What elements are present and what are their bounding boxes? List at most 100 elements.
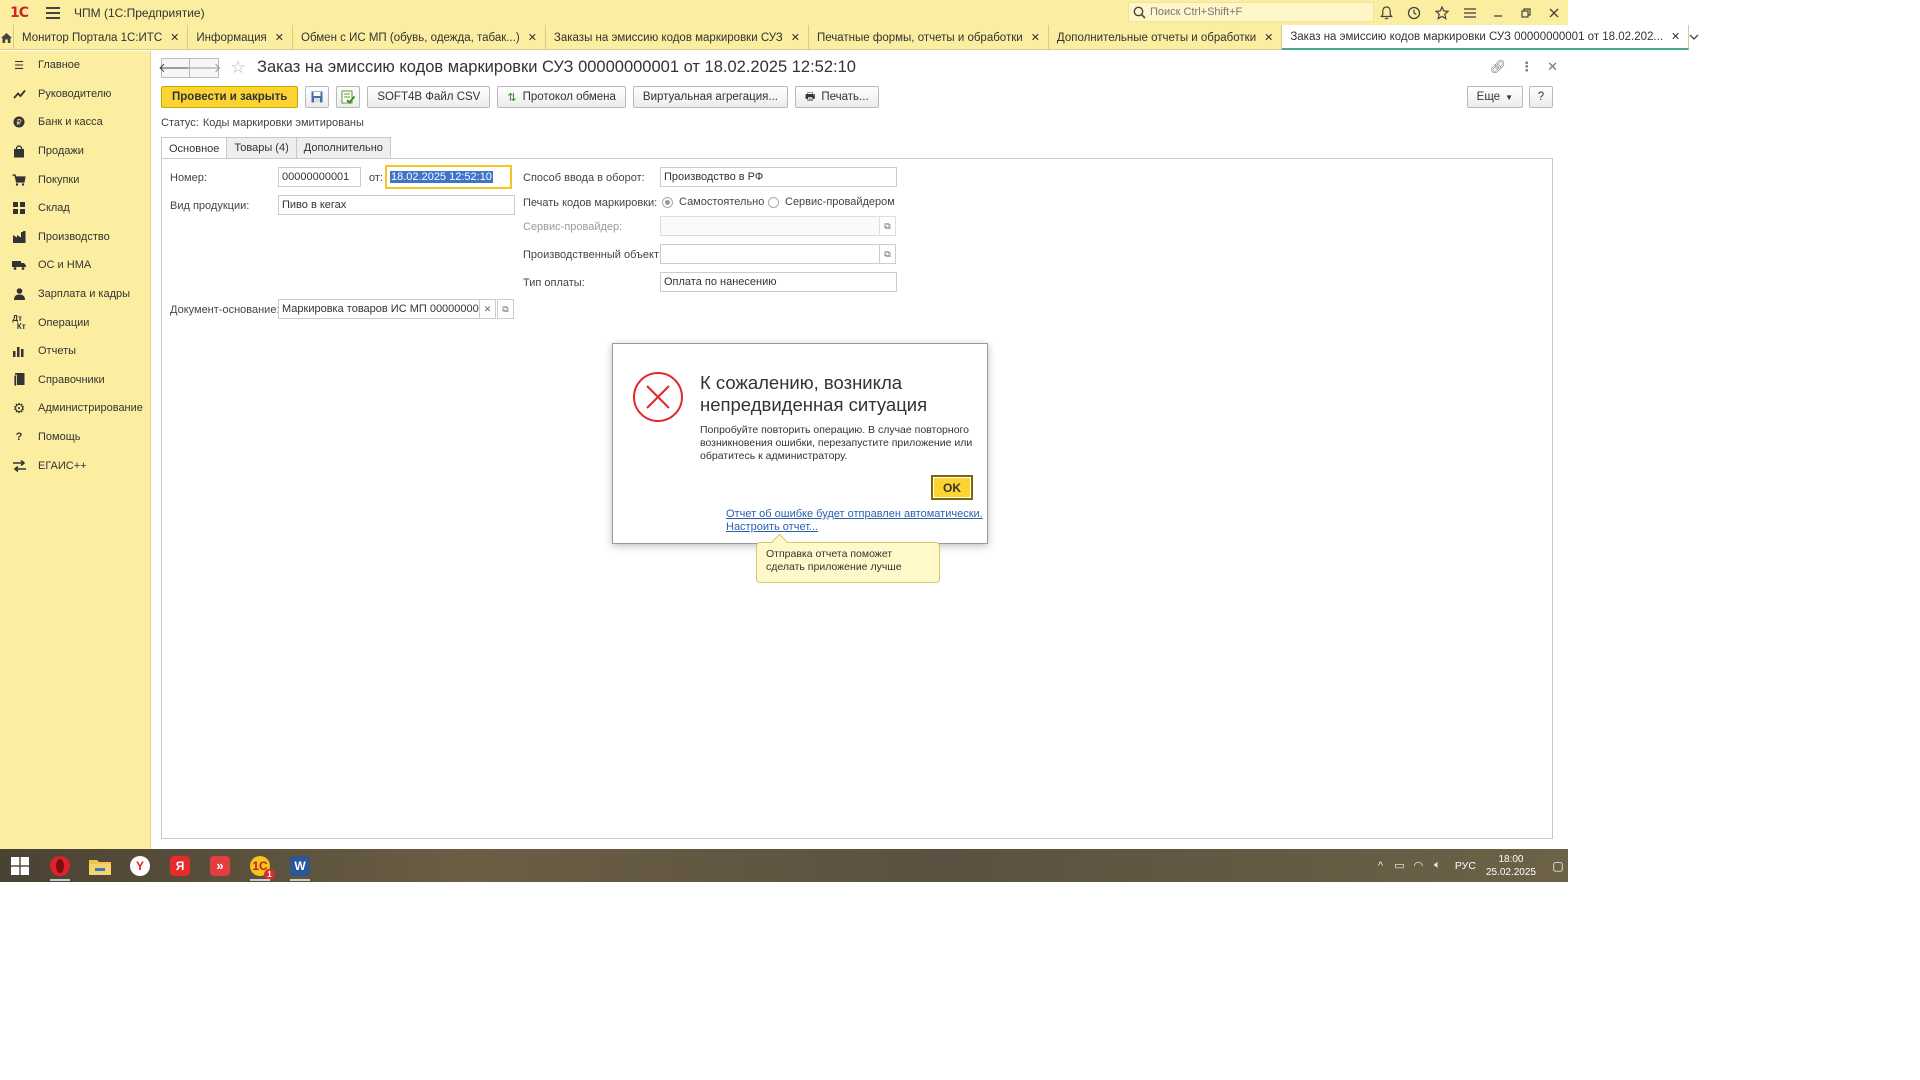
favorites-icon[interactable] <box>1428 0 1456 25</box>
close-tab-icon[interactable]: ✕ <box>1264 31 1273 44</box>
close-tab-icon[interactable]: ✕ <box>170 31 179 44</box>
main-menu-icon[interactable] <box>46 6 60 19</box>
clock[interactable]: 18:00 25.02.2025 <box>1486 853 1536 879</box>
exchange-protocol-button[interactable]: ⇅ Протокол обмена <box>497 86 626 108</box>
save-button[interactable] <box>305 86 330 108</box>
sidebar-item-egais[interactable]: ЕГАИС++ <box>0 451 150 480</box>
tab-additional[interactable]: Дополнительно <box>295 137 391 158</box>
number-field[interactable]: 00000000001 <box>278 167 361 187</box>
close-tab-icon[interactable]: ✕ <box>528 31 537 44</box>
tab-main[interactable]: Основное <box>161 137 228 159</box>
global-search[interactable] <box>1128 2 1374 22</box>
tab-is-mp-exchange[interactable]: Обмен с ИС МП (обувь, одежда, табак...) ✕ <box>293 25 546 50</box>
open-icon[interactable]: ⧉ <box>879 244 896 264</box>
error-report-link[interactable]: Отчет об ошибке будет отправлен автомати… <box>726 508 983 520</box>
search-input[interactable] <box>1150 6 1370 18</box>
post-button[interactable] <box>336 86 361 108</box>
sidebar-item-production[interactable]: Производство <box>0 223 150 252</box>
more-vertical-icon[interactable]: ⋮ <box>1520 59 1533 75</box>
tab-information[interactable]: Информация ✕ <box>188 25 293 50</box>
post-document-icon <box>341 90 356 104</box>
sidebar-item-purchases[interactable]: Покупки <box>0 165 150 194</box>
help-button[interactable]: ? <box>1529 86 1553 108</box>
taskbar-opera[interactable] <box>40 849 80 882</box>
sidebar-item-catalogs[interactable]: Справочники <box>0 366 150 395</box>
open-icon[interactable]: ⧉ <box>497 299 514 319</box>
open-icon[interactable]: ⧉ <box>879 216 896 236</box>
tabs-overflow-icon[interactable] <box>1689 25 1699 49</box>
tab-additional-reports[interactable]: Дополнительные отчеты и обработки ✕ <box>1049 25 1283 50</box>
settings-menu-icon[interactable] <box>1456 0 1484 25</box>
taskbar-yandex-browser[interactable]: Y <box>120 849 160 882</box>
taskbar-word[interactable]: W <box>280 849 320 882</box>
sidebar-item-manager[interactable]: Руководителю <box>0 80 150 109</box>
trend-icon <box>12 87 26 101</box>
tab-print-forms[interactable]: Печатные формы, отчеты и обработки ✕ <box>809 25 1049 50</box>
sidebar-item-administration[interactable]: ⚙ Администрирование <box>0 394 150 423</box>
radio-selected-icon <box>662 196 673 208</box>
minimize-icon[interactable] <box>1484 0 1512 25</box>
more-button[interactable]: Еще ▼ <box>1466 86 1523 108</box>
payment-type-field[interactable]: Оплата по нанесению <box>660 272 897 292</box>
close-form-icon[interactable]: ✕ <box>1547 59 1558 75</box>
battery-icon[interactable]: ▭ <box>1390 859 1409 872</box>
date-field[interactable]: 18.02.2025 12:52:10 <box>385 165 512 189</box>
close-tab-icon[interactable]: ✕ <box>1671 30 1680 43</box>
sidebar-item-fixed-assets[interactable]: ОС и НМА <box>0 251 150 280</box>
close-window-icon[interactable] <box>1540 0 1568 25</box>
notification-badge: 1 <box>264 868 275 880</box>
network-icon[interactable]: ◠ <box>1409 859 1428 872</box>
notifications-icon[interactable] <box>1372 0 1400 25</box>
start-button[interactable] <box>0 849 40 882</box>
home-tab[interactable] <box>0 25 14 50</box>
1c-app-icon: 1С 1 <box>250 855 275 880</box>
tab-current-order[interactable]: Заказ на эмиссию кодов маркировки СУЗ 00… <box>1282 25 1690 50</box>
bar-chart-icon <box>12 344 26 358</box>
service-provider-field[interactable] <box>660 216 880 236</box>
tab-goods[interactable]: Товары (4) <box>226 137 297 158</box>
entry-method-field[interactable]: Производство в РФ <box>660 167 897 187</box>
base-document-field[interactable]: Маркировка товаров ИС МП 00000000000 <box>278 299 480 319</box>
input-language[interactable]: РУС <box>1455 860 1476 872</box>
forward-button[interactable]: 🡒 <box>187 58 221 78</box>
sidebar-item-bank[interactable]: ₽ Банк и касса <box>0 108 150 137</box>
sidebar-item-warehouse[interactable]: Склад <box>0 194 150 223</box>
close-tab-icon[interactable]: ✕ <box>791 31 800 44</box>
radio-self-print[interactable]: Самостоятельно <box>662 196 764 208</box>
taskbar-yandex[interactable]: Я <box>160 849 200 882</box>
tray-expand-icon[interactable]: ^ <box>1371 860 1390 872</box>
clear-icon[interactable]: ✕ <box>479 299 496 319</box>
close-tab-icon[interactable]: ✕ <box>1031 31 1040 44</box>
tab-portal-monitor[interactable]: Монитор Портала 1С:ИТС ✕ <box>14 25 189 50</box>
taskbar-1c[interactable]: 1С 1 <box>240 849 280 882</box>
post-and-close-button[interactable]: Провести и закрыть <box>161 86 299 108</box>
notification-center-icon[interactable]: ▢ <box>1548 849 1568 882</box>
coin-icon: ₽ <box>12 115 26 129</box>
close-tab-icon[interactable]: ✕ <box>275 31 284 44</box>
virtual-aggregation-button[interactable]: Виртуальная агрегация... <box>632 86 788 108</box>
volume-icon[interactable]: 🔈︎ <box>1428 859 1447 872</box>
taskbar-explorer[interactable] <box>80 849 120 882</box>
link-icon[interactable]: 🔗︎ <box>1490 59 1507 75</box>
soft4b-csv-button[interactable]: SOFT4B Файл CSV <box>367 86 491 108</box>
sidebar-item-operations[interactable]: Дт Кт Операции <box>0 308 150 337</box>
production-object-field[interactable] <box>660 244 880 264</box>
product-type-field[interactable]: Пиво в кегах <box>278 195 515 215</box>
sidebar-item-sales[interactable]: Продажи <box>0 137 150 166</box>
gear-icon: ⚙ <box>12 399 26 416</box>
radio-provider-print[interactable]: Сервис-провайдером <box>768 196 895 208</box>
page-title: Заказ на эмиссию кодов маркировки СУЗ 00… <box>257 58 856 76</box>
history-icon[interactable] <box>1400 0 1428 25</box>
sidebar-item-payroll[interactable]: Зарплата и кадры <box>0 280 150 309</box>
print-button[interactable]: 🖶︎ Печать... <box>794 86 879 108</box>
sidebar-item-reports[interactable]: Отчеты <box>0 337 150 366</box>
tab-suz-orders[interactable]: Заказы на эмиссию кодов маркировки СУЗ ✕ <box>546 25 809 50</box>
sidebar-item-help[interactable]: ? Помощь <box>0 423 150 452</box>
favorite-star-icon[interactable]: ☆ <box>230 57 246 78</box>
sidebar-item-main[interactable]: ☰ Главное <box>0 51 150 80</box>
taskbar-anydesk[interactable]: » <box>200 849 240 882</box>
ok-button[interactable]: OK <box>931 475 973 500</box>
configure-report-link[interactable]: Настроить отчет... <box>726 521 818 533</box>
restore-icon[interactable] <box>1512 0 1540 25</box>
print-codes-label: Печать кодов маркировки: <box>523 197 658 209</box>
